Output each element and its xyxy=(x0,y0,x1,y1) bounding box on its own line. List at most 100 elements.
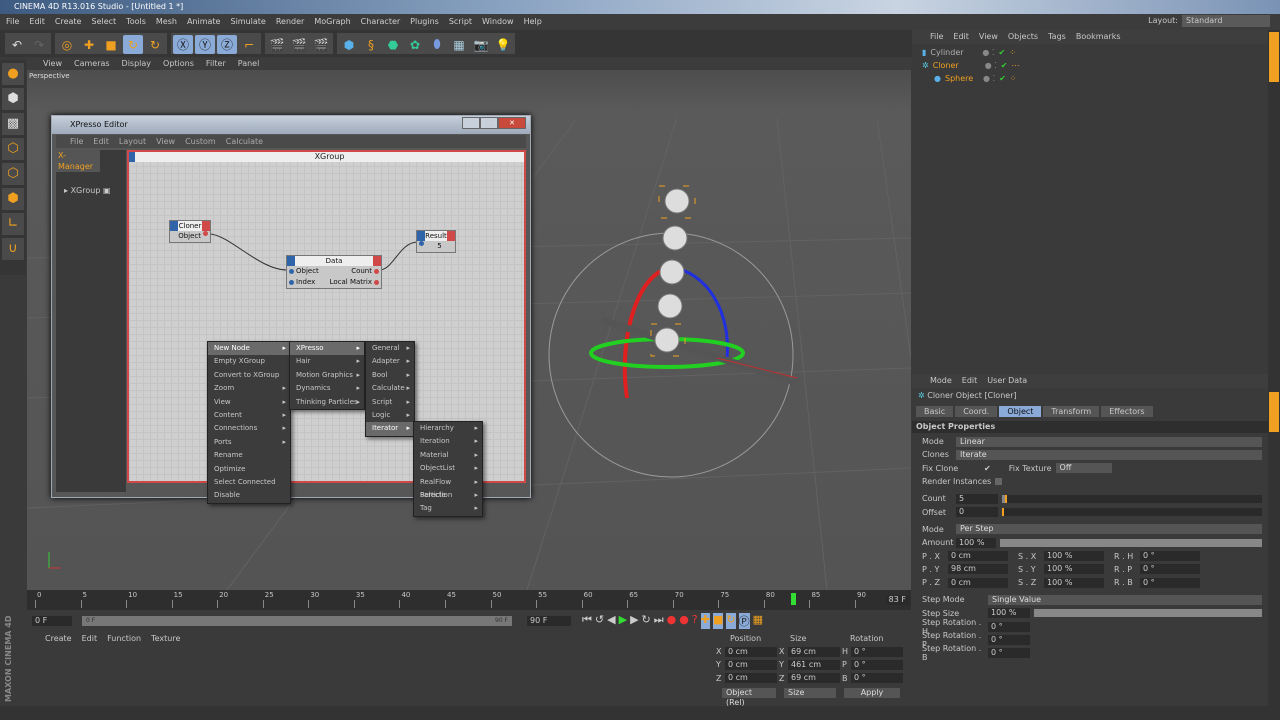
menu-item[interactable]: Motion Graphics ▸ xyxy=(290,369,364,382)
start-frame-field[interactable]: 0 F xyxy=(32,616,72,626)
xpresso-menu-layout[interactable]: Layout xyxy=(119,135,146,148)
menu-item[interactable]: Rename xyxy=(208,449,290,462)
mm-menu-texture[interactable]: Texture xyxy=(151,632,180,646)
next-frame-icon[interactable]: ▶ xyxy=(630,613,638,629)
undo-icon[interactable]: ↶ xyxy=(7,35,27,54)
xpresso-menu-custom[interactable]: Custom xyxy=(185,135,216,148)
enabled-check-icon[interactable]: ✔ xyxy=(998,46,1005,59)
param-field[interactable]: 0 ° xyxy=(1140,564,1200,575)
scale-icon[interactable]: ■ xyxy=(101,35,121,54)
menu-script[interactable]: Script xyxy=(449,14,472,30)
om-menu-file[interactable]: File xyxy=(930,30,943,44)
at-menu-mode[interactable]: Mode xyxy=(930,374,952,388)
object-name[interactable]: Sphere xyxy=(945,72,979,85)
enabled-check-icon[interactable]: ✔ xyxy=(1001,59,1008,72)
autokey-icon[interactable]: ● xyxy=(679,613,689,629)
visibility-dots-icon[interactable]: ● ⁚ xyxy=(982,46,994,59)
xpresso-menu-calculate[interactable]: Calculate xyxy=(226,135,263,148)
param-field[interactable]: 0 cm xyxy=(948,577,1008,588)
param-field[interactable]: 100 % xyxy=(1044,551,1104,562)
attributes-side-tab[interactable] xyxy=(1269,392,1279,432)
xpresso-menu-view[interactable]: View xyxy=(156,135,175,148)
mm-menu-create[interactable]: Create xyxy=(45,632,72,646)
nurbs-icon[interactable]: ⬣ xyxy=(383,35,403,54)
fix-texture-dropdown[interactable]: Off xyxy=(1055,463,1112,474)
object-row[interactable]: ● Sphere ● ⁚ ✔ ⁘ xyxy=(912,72,1268,85)
size-mode-dropdown[interactable]: Size xyxy=(784,687,836,698)
render-view-icon[interactable]: 🎬 xyxy=(267,35,287,54)
previous-frame-icon[interactable]: ◀ xyxy=(607,613,615,629)
mode-dropdown[interactable]: Linear xyxy=(956,436,1262,447)
floor-icon[interactable]: ▦ xyxy=(449,35,469,54)
playhead[interactable] xyxy=(791,593,797,605)
xpresso-menu-edit[interactable]: Edit xyxy=(93,135,109,148)
coord-field[interactable]: 69 cm xyxy=(788,646,840,657)
input-port[interactable] xyxy=(419,241,424,246)
record-icon[interactable]: ● xyxy=(667,613,677,629)
menu-tools[interactable]: Tools xyxy=(126,14,146,30)
param-field[interactable]: 0 cm xyxy=(948,551,1008,562)
output-port[interactable] xyxy=(374,268,379,274)
at-menu-edit[interactable]: Edit xyxy=(962,374,978,388)
menu-character[interactable]: Character xyxy=(361,14,401,30)
make-editable-icon[interactable]: ● xyxy=(2,63,24,85)
menu-mesh[interactable]: Mesh xyxy=(156,14,177,30)
menu-item[interactable]: Iteration ▸ xyxy=(414,435,482,448)
menu-item[interactable]: RealFlow Particle ▸ xyxy=(414,476,482,499)
axis-mode-icon[interactable]: ∟ xyxy=(2,213,24,235)
keyframe-selection-icon[interactable]: ? xyxy=(692,613,698,629)
menu-item[interactable]: Ports ▸ xyxy=(208,436,290,449)
live-selection-icon[interactable]: ◎ xyxy=(57,35,77,54)
coord-field[interactable]: 0 ° xyxy=(851,673,903,684)
minimize-button[interactable]: _ xyxy=(462,117,480,129)
previous-key-icon[interactable]: ↺ xyxy=(595,613,604,629)
close-button[interactable]: ✕ xyxy=(498,117,526,129)
end-frame-field[interactable]: 90 F xyxy=(527,616,571,626)
menu-item[interactable]: Dynamics ▸ xyxy=(290,382,364,395)
maximize-button[interactable]: □ xyxy=(480,117,498,129)
object-row[interactable]: ▮ Cylinder ● ⁚ ✔ ⁘ xyxy=(912,46,1268,59)
menu-item[interactable]: Connections ▸ xyxy=(208,422,290,435)
texture-mode-icon[interactable]: ▩ xyxy=(2,113,24,135)
menu-item[interactable]: View ▸ xyxy=(208,396,290,409)
menu-item[interactable]: Selection ▸ xyxy=(414,489,482,502)
count-slider[interactable] xyxy=(1002,494,1262,503)
step-rotation-field[interactable]: 0 ° xyxy=(988,634,1030,645)
x-manager-tab[interactable]: X-Manager xyxy=(56,150,100,172)
output-port[interactable] xyxy=(203,231,208,236)
layout-selector[interactable]: Layout: Standard xyxy=(1148,15,1270,27)
menu-item[interactable]: Adapter ▸ xyxy=(366,355,414,368)
param-field[interactable]: 0 ° xyxy=(1140,577,1200,588)
fix-clone-checkbox[interactable]: ✔ xyxy=(984,464,991,473)
input-port[interactable] xyxy=(289,268,294,274)
camera-icon[interactable]: 📷 xyxy=(471,35,491,54)
menu-item[interactable]: Content ▸ xyxy=(208,409,290,422)
snap-icon[interactable]: ∪ xyxy=(2,238,24,260)
next-key-icon[interactable]: ↻ xyxy=(642,613,651,629)
offset-field[interactable]: 0 xyxy=(956,507,998,518)
step-rotation-field[interactable]: 0 ° xyxy=(988,621,1030,632)
menu-mograph[interactable]: MoGraph xyxy=(314,14,350,30)
spline-icon[interactable]: § xyxy=(361,35,381,54)
tab-object[interactable]: Object xyxy=(999,406,1042,417)
input-port[interactable] xyxy=(289,279,294,285)
y-axis-icon[interactable]: Ⓨ xyxy=(195,35,215,54)
apply-button[interactable]: Apply xyxy=(844,687,900,698)
coord-field[interactable]: 0 ° xyxy=(851,659,903,670)
coord-field[interactable]: 0 ° xyxy=(851,646,903,657)
menu-item[interactable]: Iterator ▸ xyxy=(366,422,414,436)
menu-item[interactable]: Zoom ▸ xyxy=(208,382,290,395)
menu-item[interactable]: Calculate ▸ xyxy=(366,382,414,395)
om-menu-bookmarks[interactable]: Bookmarks xyxy=(1076,30,1121,44)
tab-coord[interactable]: Coord. xyxy=(955,406,998,417)
mm-menu-function[interactable]: Function xyxy=(107,632,141,646)
tab-basic[interactable]: Basic xyxy=(916,406,954,417)
objects-side-tab[interactable] xyxy=(1269,32,1279,82)
step-size-field[interactable]: 100 % xyxy=(988,608,1030,619)
menu-item[interactable]: Script ▸ xyxy=(366,396,414,409)
current-frame-field[interactable]: 83 F xyxy=(885,595,909,605)
menu-simulate[interactable]: Simulate xyxy=(230,14,265,30)
node-cloner[interactable]: Cloner Object xyxy=(169,220,211,243)
menu-item[interactable]: Hierarchy ▸ xyxy=(414,422,482,435)
key-pla-icon[interactable]: ▦ xyxy=(753,613,763,629)
